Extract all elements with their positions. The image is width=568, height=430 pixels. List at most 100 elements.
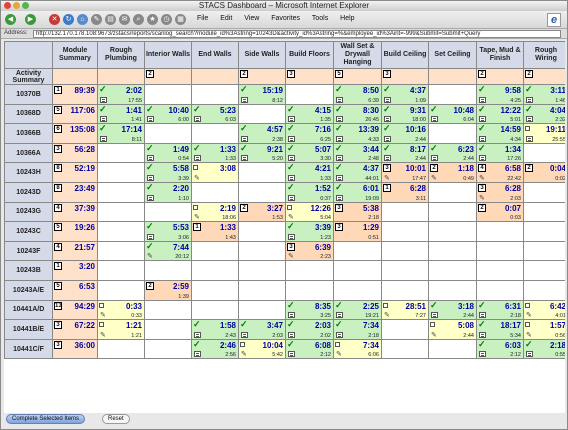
activity-cell[interactable]: 2 ✎ 1:18 0:49 xyxy=(428,162,477,183)
log-icon[interactable] xyxy=(479,312,486,319)
activity-cell[interactable]: ✓ 4:21 1:33 xyxy=(285,162,334,183)
activity-cell[interactable]: ✓ 4:15 1:35 xyxy=(285,103,334,125)
checkbox[interactable] xyxy=(335,341,340,347)
log-icon[interactable] xyxy=(479,155,486,162)
activity-cell[interactable]: ✓ ✎ 7:44 20:12 xyxy=(144,240,192,262)
log-icon[interactable] xyxy=(288,116,295,123)
activity-cell[interactable]: ✓ 10:48 6:04 xyxy=(428,103,477,125)
menu-favorites[interactable]: Favorites xyxy=(271,15,300,22)
log-icon[interactable] xyxy=(336,194,343,201)
log-icon[interactable] xyxy=(147,155,154,162)
log-icon[interactable] xyxy=(147,116,154,123)
pencil-icon[interactable]: ✎ xyxy=(100,331,106,339)
activity-cell[interactable]: ✓ 2:18 0:55 xyxy=(523,338,565,360)
activity-cell[interactable]: ✎ 10:04 5:42 xyxy=(238,338,286,360)
pencil-icon[interactable]: ✎ xyxy=(194,213,200,221)
activity-cell[interactable]: ✓ 12:22 5:01 xyxy=(476,103,524,125)
activity-cell[interactable]: ✓ 1:49 0:54 xyxy=(144,142,192,164)
activity-cell[interactable]: ✓ 10:40 6:00 xyxy=(144,103,192,125)
activity-cell[interactable]: ✎ 5:08 2:44 xyxy=(428,319,477,340)
complete-selected-button[interactable]: Complete Selected Items xyxy=(6,414,86,424)
activity-cell[interactable]: ✓ 5:58 3:39 xyxy=(144,162,192,183)
activity-cell[interactable]: ✎ 6:42 4:01 xyxy=(523,299,565,321)
activity-cell[interactable]: ✎ 2:19 18:06 xyxy=(191,201,239,223)
activity-cell[interactable]: ✓ 8:35 3:25 xyxy=(285,299,334,321)
activity-cell[interactable]: ✓ 9:58 4:25 xyxy=(476,84,524,105)
activity-cell[interactable]: ✓ 3:11 1:46 xyxy=(523,84,565,105)
log-icon[interactable] xyxy=(147,233,154,240)
log-icon[interactable] xyxy=(288,174,295,181)
log-icon[interactable] xyxy=(288,135,295,142)
back-icon[interactable]: ◀ xyxy=(5,14,16,25)
pencil-icon[interactable]: ✎ xyxy=(479,174,485,182)
close-icon[interactable] xyxy=(4,2,11,9)
pencil-icon[interactable]: ✎ xyxy=(288,252,294,260)
favorites-icon[interactable]: ★ xyxy=(147,14,158,25)
activity-cell[interactable]: 3 ✎ 6:28 2:03 xyxy=(476,181,524,203)
log-icon[interactable] xyxy=(479,116,486,123)
log-icon[interactable] xyxy=(384,155,391,162)
log-icon[interactable] xyxy=(336,312,343,319)
stop-icon[interactable]: ✕ xyxy=(49,14,60,25)
activity-cell[interactable]: ✓ 2:25 19:21 xyxy=(333,299,382,321)
activity-cell[interactable]: ✓ 2:03 2:02 xyxy=(285,319,334,340)
activity-cell[interactable]: ✓ 4:57 2:38 xyxy=(238,123,286,144)
log-icon[interactable] xyxy=(479,351,486,358)
log-icon[interactable] xyxy=(336,331,343,338)
activity-cell[interactable]: 1 6:28 3:11 xyxy=(381,181,429,203)
forward-icon[interactable]: ▶ xyxy=(25,14,36,25)
checkbox[interactable] xyxy=(193,204,198,210)
log-icon[interactable] xyxy=(336,116,343,123)
activity-cell[interactable]: ✓ 2:02 17:55 xyxy=(97,84,145,105)
log-icon[interactable] xyxy=(336,96,343,103)
log-icon[interactable] xyxy=(100,116,107,123)
activity-cell[interactable]: ✓ 2:20 1:10 xyxy=(144,181,192,203)
pencil-icon[interactable]: ✎ xyxy=(147,252,153,260)
checkbox[interactable] xyxy=(287,204,292,210)
activity-cell[interactable]: ✎ 7:34 6:06 xyxy=(333,338,382,360)
activity-cell[interactable]: ✓ 6:01 19:09 xyxy=(333,181,382,203)
log-icon[interactable] xyxy=(194,116,201,123)
log-icon[interactable] xyxy=(288,312,295,319)
log-icon[interactable] xyxy=(288,155,295,162)
refresh-icon[interactable]: ↻ xyxy=(63,14,74,25)
activity-cell[interactable]: ✓ 6:31 2:18 xyxy=(476,299,524,321)
activity-cell[interactable]: ✓ 4:37 1:09 xyxy=(381,84,429,105)
log-icon[interactable] xyxy=(194,331,201,338)
activity-cell[interactable]: 2 0:07 0:03 xyxy=(476,201,524,223)
activity-cell[interactable]: ✓ 5:53 3:06 xyxy=(144,221,192,242)
log-icon[interactable] xyxy=(147,174,154,181)
log-icon[interactable] xyxy=(431,116,438,123)
log-icon[interactable] xyxy=(147,194,154,201)
activity-cell[interactable]: ✓ 4:04 2:32 xyxy=(523,103,565,125)
log-icon[interactable] xyxy=(431,155,438,162)
activity-cell[interactable]: 2 2:59 1:39 xyxy=(144,279,192,301)
log-icon[interactable] xyxy=(288,351,295,358)
pencil-icon[interactable]: ✎ xyxy=(526,311,532,319)
log-icon[interactable] xyxy=(526,351,533,358)
activity-cell[interactable]: ✎ 12:26 5:04 xyxy=(285,201,334,223)
activity-cell[interactable]: ✓ 10:16 2:44 xyxy=(381,123,429,144)
activity-cell[interactable]: ✓ 2:46 2:56 xyxy=(191,338,239,360)
checkbox[interactable] xyxy=(193,165,198,171)
pencil-icon[interactable]: ✎ xyxy=(384,311,390,319)
activity-cell[interactable]: 3 1:29 0:51 xyxy=(333,221,382,242)
activity-cell[interactable]: ✓ 1:58 2:43 xyxy=(191,319,239,340)
activity-cell[interactable]: ✓ 7:34 2:18 xyxy=(333,319,382,340)
menu-tools[interactable]: Tools xyxy=(312,15,328,22)
activity-cell[interactable]: 3 ✎ 6:39 2:23 xyxy=(285,240,334,262)
checkbox[interactable] xyxy=(525,322,530,328)
checkbox[interactable] xyxy=(525,302,530,308)
minimize-icon[interactable] xyxy=(13,2,20,9)
log-icon[interactable] xyxy=(100,135,107,142)
menu-edit[interactable]: Edit xyxy=(220,15,232,22)
log-icon[interactable] xyxy=(479,135,486,142)
menu-view[interactable]: View xyxy=(244,15,259,22)
activity-cell[interactable]: ✓ 13:39 4:33 xyxy=(333,123,382,144)
activity-cell[interactable]: ✓ 3:39 1:23 xyxy=(285,221,334,242)
pencil-icon[interactable]: ✎ xyxy=(431,331,437,339)
activity-cell[interactable]: ✓ 17:14 8:11 xyxy=(97,123,145,144)
log-icon[interactable] xyxy=(526,96,533,103)
log-icon[interactable] xyxy=(194,351,201,358)
activity-cell[interactable]: 2 3:27 1:53 xyxy=(238,201,286,223)
